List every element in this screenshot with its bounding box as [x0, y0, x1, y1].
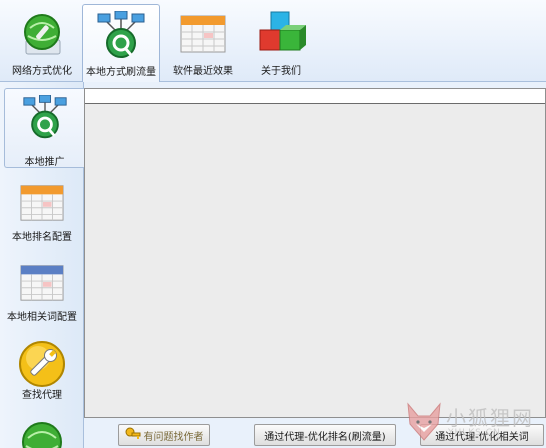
tab-recent-effect[interactable]: 软件最近效果 — [164, 4, 242, 80]
calendar-orange-icon — [17, 180, 67, 227]
green-globe-icon — [20, 420, 64, 448]
sidebar-item-rank-config[interactable]: 本地排名配置 — [4, 174, 80, 254]
sidebar-item-label: 本地排名配置 — [12, 232, 72, 243]
watermark-title: 小狐狸网 — [446, 406, 534, 430]
colored-cubes-icon — [256, 10, 306, 61]
top-tab-bar: 网络方式优化 本地方式刷流量 软件最近效果 关于我们 — [0, 0, 546, 82]
proxy-rank-button[interactable]: 通过代理-优化排名(刷流量) — [254, 424, 396, 446]
sidebar: 本地推广 本地排名配置 本地相关词配置 查找代理 — [0, 82, 84, 448]
sidebar-item-label: 查找代理 — [22, 390, 62, 401]
tab-about-us[interactable]: 关于我们 — [244, 4, 318, 80]
network-globe-icon — [22, 94, 68, 144]
contact-author-label: 有问题找作者 — [143, 431, 204, 443]
calendar-table-icon — [178, 10, 228, 59]
green-globe-wrench-icon — [18, 10, 66, 61]
panel-header-strip — [85, 89, 545, 104]
tab-label: 网络方式优化 — [12, 66, 72, 77]
watermark-url: YHLKS.CN — [448, 428, 501, 438]
panel-content-area — [85, 104, 545, 417]
wrench-yellow-icon — [18, 340, 66, 391]
sidebar-item-more[interactable] — [4, 414, 80, 448]
key-icon — [125, 427, 141, 444]
proxy-rank-label: 通过代理-优化排名(刷流量) — [264, 431, 386, 443]
network-globe-icon — [96, 10, 146, 64]
tab-local-traffic[interactable]: 本地方式刷流量 — [82, 4, 160, 82]
tab-network-optimize[interactable]: 网络方式优化 — [2, 4, 82, 80]
tab-label: 软件最近效果 — [173, 66, 233, 77]
sidebar-item-label: 本地推广 — [24, 157, 65, 168]
tab-label: 本地方式刷流量 — [86, 67, 156, 78]
sidebar-item-find-proxy[interactable]: 查找代理 — [4, 334, 80, 414]
calendar-blue-icon — [17, 260, 67, 307]
sidebar-item-label: 本地相关词配置 — [7, 312, 77, 323]
sidebar-item-related-config[interactable]: 本地相关词配置 — [4, 254, 80, 334]
main-list-panel[interactable] — [84, 88, 546, 418]
contact-author-button[interactable]: 有问题找作者 — [118, 424, 210, 446]
tab-label: 关于我们 — [261, 66, 301, 77]
sidebar-item-local-promo[interactable]: 本地推广 — [4, 88, 84, 168]
site-watermark: 小狐狸网 YHLKS.CN — [404, 398, 544, 448]
fox-logo-icon — [407, 402, 441, 441]
